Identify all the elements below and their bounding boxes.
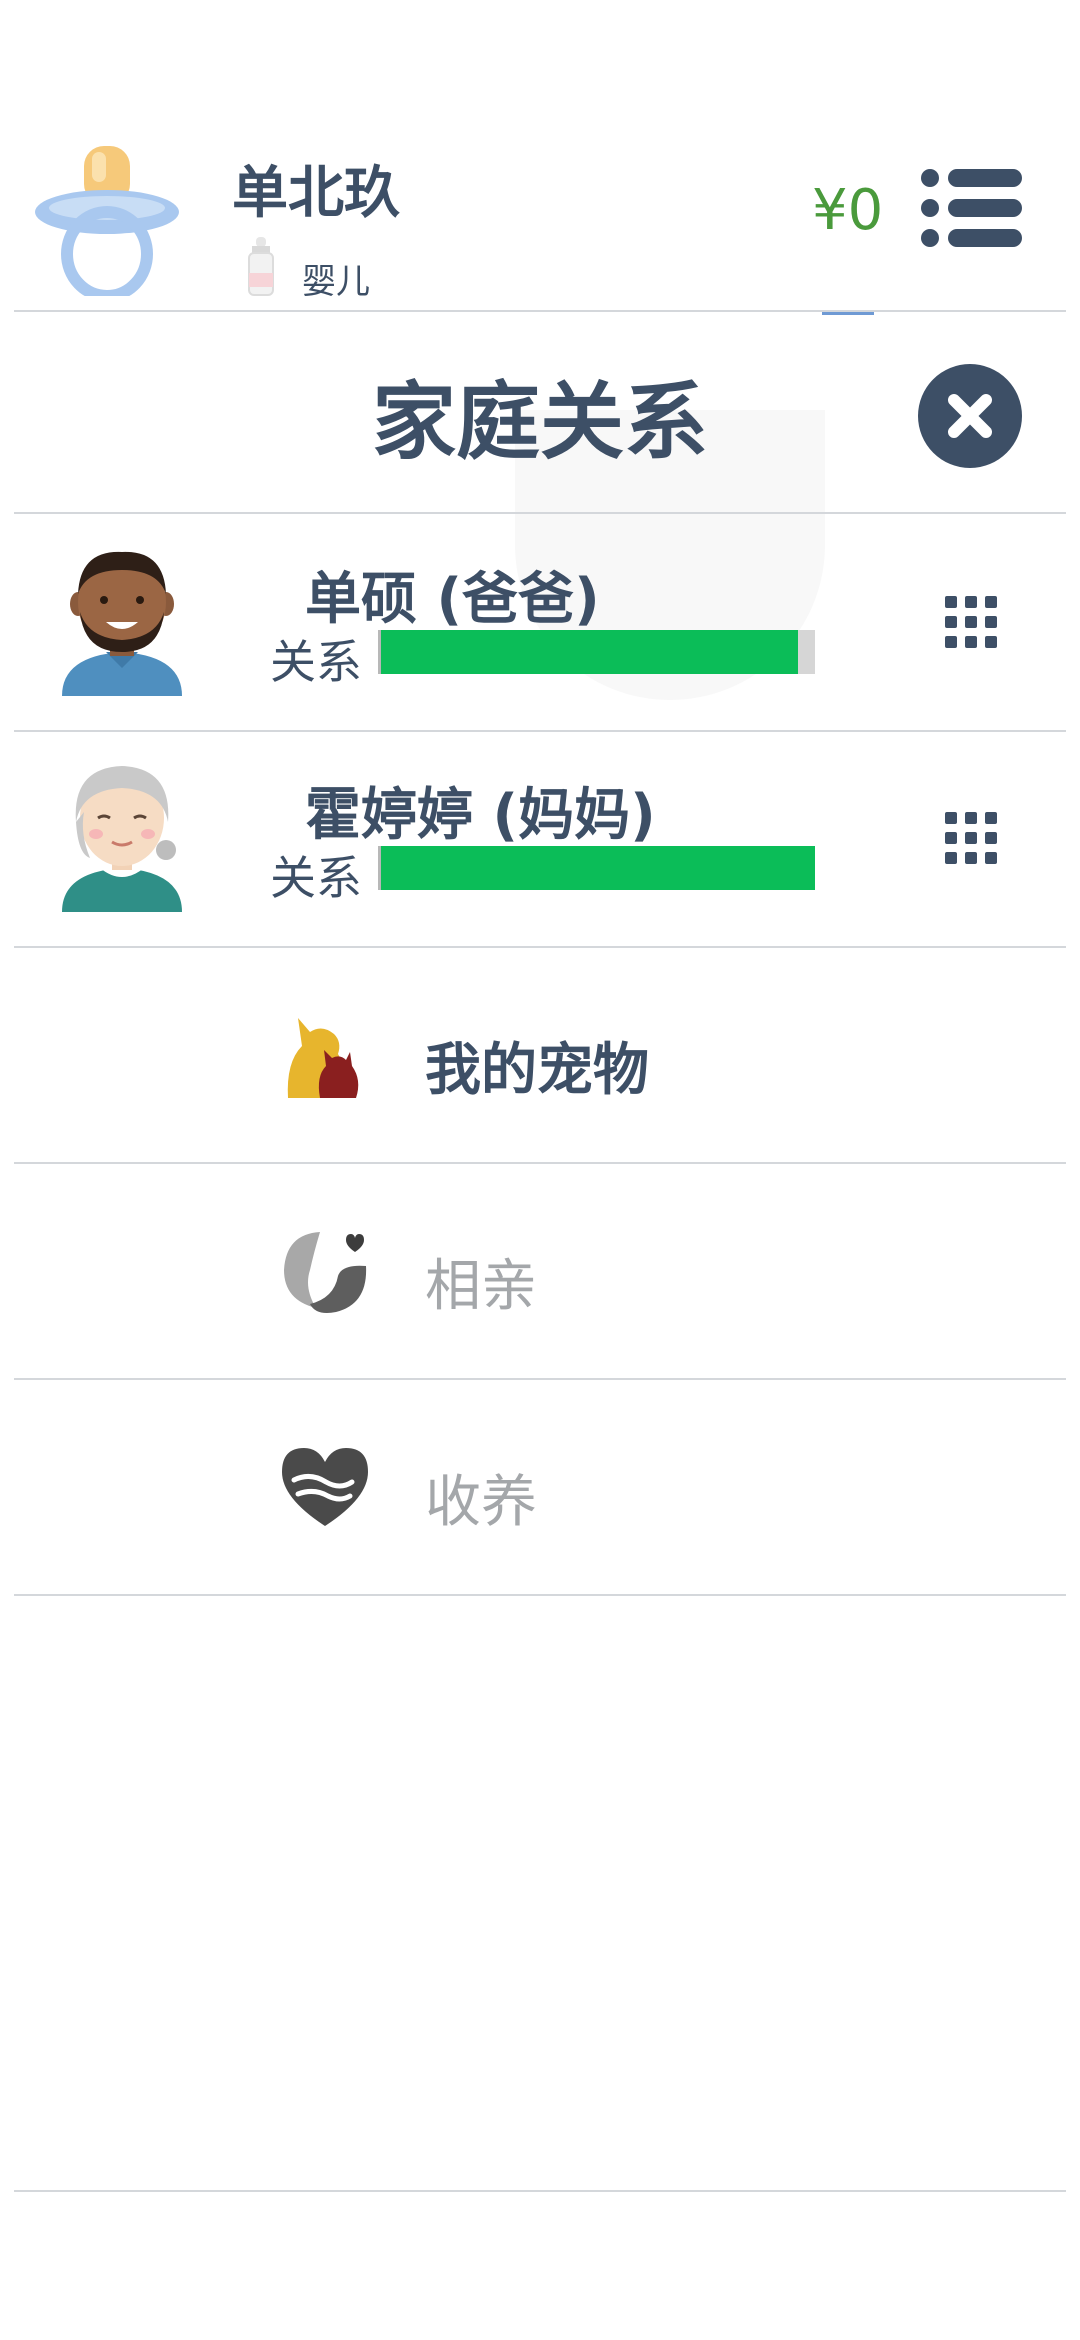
baby-bottle-icon <box>248 237 274 296</box>
relation-bar-fill <box>381 630 798 674</box>
header-divider <box>14 310 1066 312</box>
blind-date-label: 相亲 <box>425 1254 537 1319</box>
row-divider <box>14 1594 1066 1596</box>
player-name: 单北玖 <box>232 161 400 226</box>
money-display: ¥0 <box>812 178 884 243</box>
header-accent-line <box>822 312 874 315</box>
relation-label: 关系 <box>270 635 362 689</box>
relative-row-father[interactable]: 单硕 (爸爸) 关系 <box>0 516 1080 730</box>
bottom-divider <box>14 2190 1066 2192</box>
my-pets-button[interactable]: 我的宠物 <box>0 948 1080 1162</box>
relative-row-mother[interactable]: 霍婷婷 (妈妈) 关系 <box>0 732 1080 946</box>
close-button[interactable] <box>918 364 1022 468</box>
adoption-heart-icon <box>282 1448 368 1526</box>
father-avatar <box>62 551 182 696</box>
adopt-button[interactable]: 收养 <box>0 1380 1080 1594</box>
grid-menu-icon[interactable] <box>945 596 997 648</box>
relation-bar <box>378 630 815 674</box>
grid-menu-icon[interactable] <box>945 812 997 864</box>
life-stage-label: 婴儿 <box>302 262 370 302</box>
title-divider <box>14 512 1066 514</box>
pacifier-icon <box>35 146 179 296</box>
couple-icon <box>284 1232 367 1313</box>
my-pets-label: 我的宠物 <box>425 1038 649 1103</box>
relation-bar-fill <box>381 846 815 890</box>
menu-icon[interactable] <box>920 168 1024 248</box>
relative-name: 霍婷婷 (妈妈) <box>305 783 656 848</box>
relative-name: 单硕 (爸爸) <box>305 567 600 632</box>
status-header: 单北玖 婴儿 ¥0 <box>0 0 1080 315</box>
mother-avatar <box>62 766 182 912</box>
close-icon <box>948 394 992 438</box>
pet-icon <box>287 1018 359 1098</box>
relation-bar <box>378 846 815 890</box>
relation-label: 关系 <box>270 851 362 905</box>
blind-date-button[interactable]: 相亲 <box>0 1164 1080 1378</box>
adopt-label: 收养 <box>425 1470 537 1535</box>
